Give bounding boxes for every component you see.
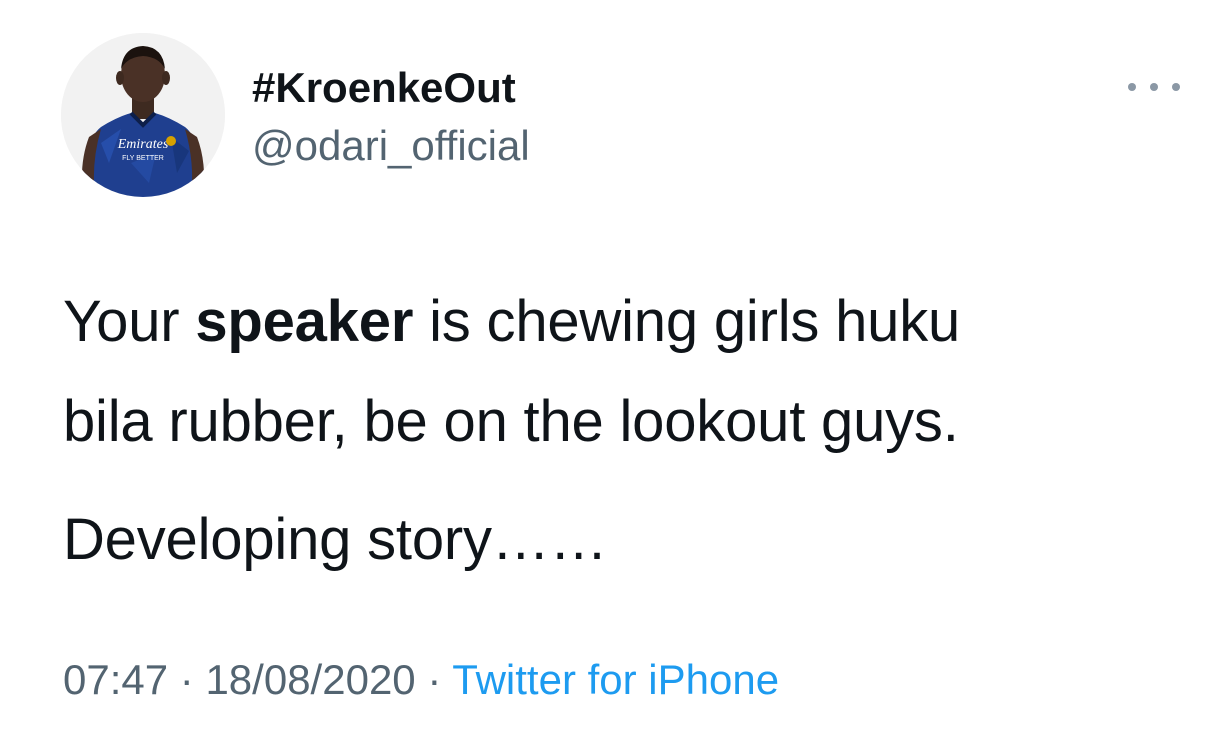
- tweet-bold-word: speaker: [195, 289, 414, 354]
- tweet-time[interactable]: 07:47: [63, 656, 168, 703]
- tweet-card: Emirates FLY BETTER #KroenkeOut @odari_o…: [0, 0, 1225, 739]
- tweet-date[interactable]: 18/08/2020: [205, 656, 415, 703]
- tweet-line: Your speaker is chewing girls huku: [63, 272, 1183, 372]
- meta-separator: ·: [427, 656, 442, 703]
- user-handle[interactable]: @odari_official: [252, 118, 530, 174]
- tweet-text: Your speaker is chewing girls huku bila …: [63, 272, 1183, 590]
- meta-separator: ·: [179, 656, 194, 703]
- avatar-shirt-subtext: FLY BETTER: [122, 155, 164, 162]
- tweet-meta: 07:47 · 18/08/2020 · Twitter for iPhone: [63, 652, 779, 708]
- more-dot: [1150, 83, 1158, 91]
- more-dot: [1128, 83, 1136, 91]
- tweet-source-link[interactable]: Twitter for iPhone: [452, 656, 779, 703]
- tweet-line1-suffix: is chewing girls huku: [413, 289, 961, 354]
- display-name[interactable]: #KroenkeOut: [252, 60, 516, 116]
- tweet-line: Developing story……: [63, 507, 608, 572]
- avatar[interactable]: Emirates FLY BETTER: [61, 33, 225, 197]
- more-dot: [1172, 83, 1180, 91]
- tweet-line1-prefix: Your: [63, 289, 196, 354]
- avatar-image: Emirates FLY BETTER: [61, 33, 225, 197]
- more-options-icon[interactable]: [1128, 70, 1180, 104]
- avatar-shirt-text: Emirates: [117, 137, 169, 152]
- tweet-line: bila rubber, be on the lookout guys.: [63, 389, 959, 454]
